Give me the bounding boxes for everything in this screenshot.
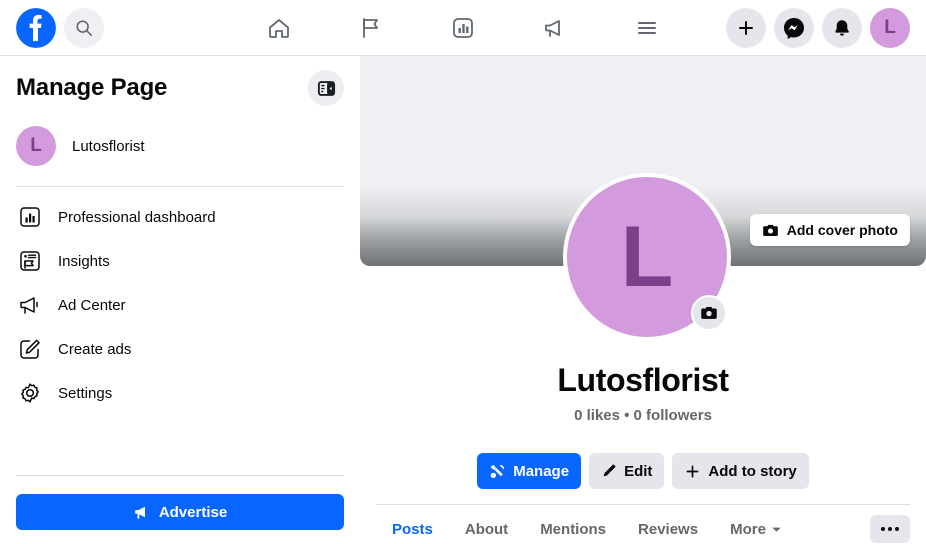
tab-label: Reviews (638, 520, 699, 538)
tab-about[interactable]: About (449, 505, 524, 544)
sidebar-item-create-ads[interactable]: Create ads (16, 327, 344, 371)
dashboard-chart-icon (16, 205, 44, 229)
topbar-right: L (726, 7, 926, 48)
nav-ads-button[interactable] (509, 4, 601, 52)
page-profile-content: Add cover photo L Lutosflorist 0 likes •… (360, 56, 926, 544)
dashboard-chart-icon (453, 17, 473, 38)
sidebar-header: Manage Page (16, 56, 344, 112)
gear-icon (16, 381, 44, 405)
profile-tabs: Posts About Mentions Reviews More (360, 505, 926, 544)
advertise-label: Advertise (158, 503, 228, 521)
tab-reviews[interactable]: Reviews (622, 505, 714, 544)
advertise-button[interactable]: Advertise (16, 494, 344, 530)
flag-icon (363, 17, 378, 38)
add-to-story-label: Add to story (708, 462, 797, 480)
megaphone-icon (545, 19, 560, 37)
bell-icon (835, 19, 849, 36)
panel-collapse-icon (317, 80, 335, 96)
pencil-icon (603, 464, 616, 477)
manage-button-label: Manage (513, 462, 570, 480)
menu-icon (638, 21, 656, 34)
edit-button[interactable]: Edit (589, 453, 665, 489)
profile-action-buttons: Manage Edit Add to story (360, 453, 926, 489)
nav-home-button[interactable] (233, 4, 325, 52)
sidebar-item-professional-dashboard[interactable]: Professional dashboard (16, 195, 344, 239)
sidebar-item-label: Insights (58, 252, 110, 270)
topbar-left (0, 7, 200, 48)
edit-button-label: Edit (624, 462, 653, 480)
plus-icon (739, 20, 753, 35)
tab-more[interactable]: More (714, 505, 798, 544)
insights-icon (16, 249, 44, 273)
tab-posts[interactable]: Posts (376, 505, 449, 544)
tab-label: More (730, 520, 766, 538)
tab-label: Posts (392, 520, 433, 538)
profile-name: Lutosflorist (557, 362, 729, 398)
home-icon (269, 18, 289, 38)
sidebar-item-ad-center[interactable]: Ad Center (16, 283, 344, 327)
add-cover-photo-label: Add cover photo (786, 222, 898, 238)
megaphone-icon (16, 293, 44, 317)
sidebar-item-label: Professional dashboard (58, 208, 216, 226)
sidebar-item-label: Create ads (58, 340, 132, 358)
messenger-button[interactable] (774, 7, 814, 48)
page-title: Manage Page (16, 74, 168, 101)
messenger-icon (784, 17, 804, 39)
top-navigation-bar: L (0, 0, 926, 56)
sidebar-footer: Advertise (16, 475, 344, 530)
tab-mentions[interactable]: Mentions (524, 505, 622, 544)
sidebar-item-label: Ad Center (58, 296, 126, 314)
chevron-down-icon (772, 527, 781, 532)
nav-pages-button[interactable] (325, 4, 417, 52)
search-icon (76, 19, 93, 36)
tools-icon (490, 464, 505, 478)
sidebar-item-settings[interactable]: Settings (16, 371, 344, 415)
sidebar-divider (16, 186, 344, 187)
camera-icon (701, 307, 717, 319)
page-name-label: Lutosflorist (72, 137, 145, 155)
notifications-button[interactable] (822, 7, 862, 48)
panel-collapse-button[interactable] (308, 70, 344, 106)
manage-page-sidebar: Manage Page L Lutosflorist Professional … (0, 56, 360, 544)
megaphone-filled-icon (135, 506, 145, 519)
manage-button[interactable]: Manage (477, 453, 582, 489)
sidebar-item-insights[interactable]: Insights (16, 239, 344, 283)
account-avatar[interactable]: L (870, 7, 910, 48)
advertise-divider (16, 475, 344, 476)
add-cover-photo-button[interactable]: Add cover photo (749, 214, 910, 246)
camera-icon (762, 224, 778, 236)
profile-stats: 0 likes • 0 followers (574, 407, 712, 424)
page-avatar: L (16, 126, 56, 166)
facebook-logo[interactable] (16, 7, 56, 48)
sidebar-page-row[interactable]: L Lutosflorist (16, 118, 344, 174)
tab-label: About (464, 520, 509, 538)
profile-picture-wrapper: L (563, 173, 731, 341)
create-button[interactable] (726, 7, 766, 48)
change-profile-photo-button[interactable] (691, 295, 727, 331)
nav-dashboard-button[interactable] (417, 4, 509, 52)
search-button[interactable] (64, 7, 104, 48)
tab-label: Mentions (540, 520, 607, 538)
topbar-nav (200, 4, 726, 52)
ellipsis-icon (881, 527, 899, 531)
tabs-overflow-button[interactable] (870, 515, 910, 543)
sidebar-item-label: Settings (58, 384, 113, 402)
nav-menu-button[interactable] (601, 4, 693, 52)
pencil-square-icon (16, 337, 44, 361)
plus-icon (686, 465, 699, 477)
add-to-story-button[interactable]: Add to story (672, 453, 809, 489)
